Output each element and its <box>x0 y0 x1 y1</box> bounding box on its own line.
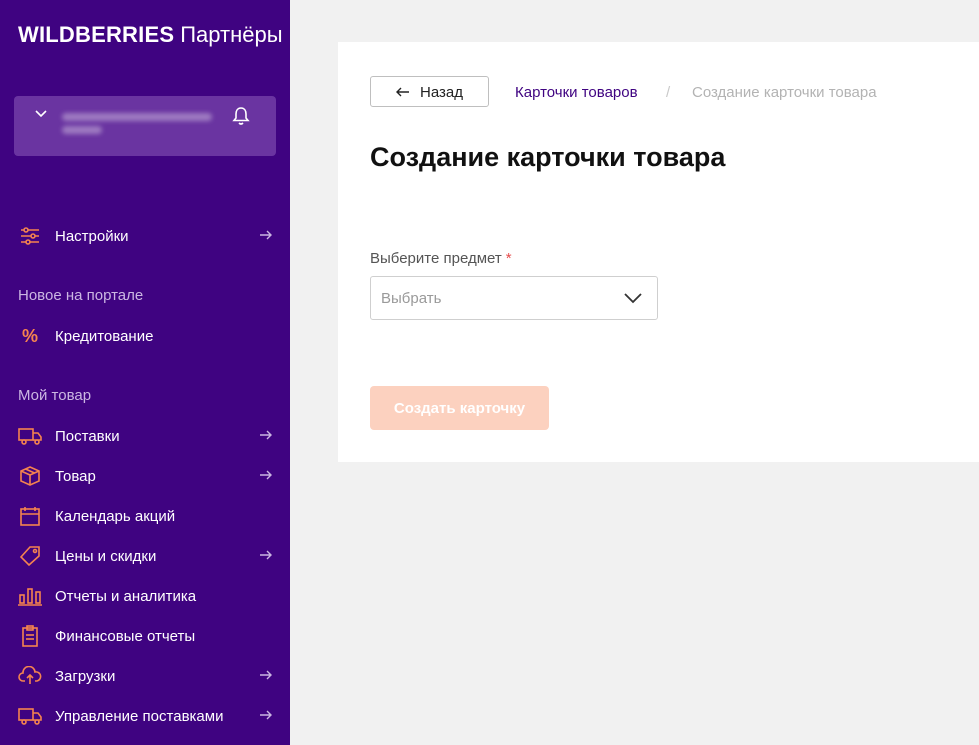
truck-icon <box>18 426 42 446</box>
sidebar-item-credit[interactable]: % Кредитование <box>0 321 290 351</box>
subject-field-label: Выберите предмет * <box>370 250 512 267</box>
account-switcher[interactable] <box>14 96 276 156</box>
sidebar-item-supplies[interactable]: Поставки <box>0 421 290 451</box>
subject-select-placeholder: Выбрать <box>381 290 442 307</box>
percent-icon: % <box>21 325 38 346</box>
subject-field-label-text: Выберите предмет <box>370 250 502 267</box>
section-title-my-goods: Мой товар <box>18 387 92 404</box>
create-card-button[interactable]: Создать карточку <box>370 386 549 430</box>
sidebar-item-uploads[interactable]: Загрузки <box>0 661 290 691</box>
tag-icon <box>18 546 42 566</box>
sidebar-item-reports[interactable]: Отчеты и аналитика <box>0 581 290 611</box>
sidebar-item-promo-calendar[interactable]: Календарь акций <box>0 501 290 531</box>
sidebar-item-label: Цены и скидки <box>55 548 157 565</box>
logo-sub: Партнёры <box>180 22 283 47</box>
sidebar-item-settings[interactable]: Настройки <box>0 221 290 251</box>
sidebar-item-label: Загрузки <box>55 668 116 685</box>
arrow-right-icon <box>258 707 274 728</box>
required-mark: * <box>505 250 512 267</box>
page-title: Создание карточки товара <box>370 142 726 172</box>
sidebar-item-label: Календарь акций <box>55 508 176 525</box>
sidebar-item-finance[interactable]: Финансовые отчеты <box>0 621 290 651</box>
arrow-right-icon <box>258 547 274 568</box>
box-icon <box>18 466 42 486</box>
cloud-upload-icon <box>18 666 42 686</box>
logo[interactable]: WILDBERRIES Партнёры <box>18 22 283 48</box>
sidebar-item-label: Кредитование <box>55 328 154 345</box>
sidebar-item-supply-management[interactable]: Управление поставками <box>0 701 290 731</box>
back-button[interactable]: Назад <box>370 76 489 107</box>
sidebar: WILDBERRIES Партнёры Настройки Новое на п… <box>0 0 290 745</box>
sidebar-item-label: Управление поставками <box>55 708 224 725</box>
breadcrumb-current: Создание карточки товара <box>692 84 877 101</box>
breadcrumb-separator: / <box>666 84 671 101</box>
chevron-down-icon <box>623 291 643 310</box>
arrow-right-icon <box>258 427 274 448</box>
sidebar-item-label: Настройки <box>55 228 129 245</box>
back-button-label: Назад <box>420 84 463 101</box>
arrow-right-icon <box>258 467 274 488</box>
subject-select[interactable]: Выбрать <box>370 276 658 320</box>
sidebar-item-prices[interactable]: Цены и скидки <box>0 541 290 571</box>
sliders-icon <box>18 226 42 246</box>
section-title-new: Новое на портале <box>18 287 144 304</box>
sidebar-item-label: Отчеты и аналитика <box>55 588 197 605</box>
calendar-icon <box>18 506 42 526</box>
arrow-right-icon <box>258 227 274 248</box>
sidebar-item-goods[interactable]: Товар <box>0 461 290 491</box>
sidebar-item-label: Поставки <box>55 428 120 445</box>
arrow-right-icon <box>258 667 274 688</box>
arrow-left-icon <box>395 85 411 104</box>
breadcrumb-link-product-cards[interactable]: Карточки товаров <box>515 84 638 101</box>
bell-icon[interactable] <box>232 106 250 131</box>
chevron-down-icon[interactable] <box>34 106 48 124</box>
bar-chart-icon <box>18 586 42 606</box>
logo-brand: WILDBERRIES <box>18 22 175 47</box>
sidebar-item-label: Финансовые отчеты <box>55 628 196 645</box>
account-name-blurred <box>62 108 212 142</box>
sidebar-item-label: Товар <box>55 468 96 485</box>
clipboard-icon <box>18 625 42 647</box>
truck-icon <box>18 706 42 726</box>
